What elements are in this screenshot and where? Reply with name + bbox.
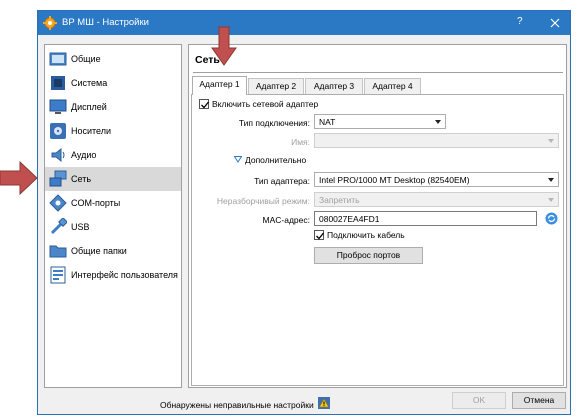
adapter-type-label: Тип адаптера: bbox=[254, 176, 310, 186]
adapter-type-value: Intel PRO/1000 MT Desktop (82540EM) bbox=[319, 175, 470, 185]
title-bar[interactable]: ВР МШ - Настройки ? bbox=[38, 11, 570, 35]
attachment-label: Тип подключения: bbox=[238, 118, 310, 128]
cancel-button[interactable]: Отмена bbox=[512, 392, 566, 409]
attachment-select[interactable]: NAT bbox=[314, 114, 446, 129]
attachment-value: NAT bbox=[319, 117, 336, 127]
serial-port-icon bbox=[49, 194, 67, 212]
settings-window: ВР МШ - Настройки ? Общие Система Диспле… bbox=[37, 10, 571, 415]
promiscuous-label: Неразборчивый режим: bbox=[216, 196, 310, 206]
sidebar-item-label: Общие папки bbox=[71, 246, 127, 256]
adapter-tab-panel: Включить сетевой адаптер Тип подключения… bbox=[191, 94, 564, 386]
tab-adapter-3[interactable]: Адаптер 3 bbox=[305, 78, 363, 94]
sidebar-item-display[interactable]: Дисплей bbox=[45, 95, 181, 119]
usb-icon bbox=[50, 218, 67, 235]
mac-address-input[interactable]: 080027EA4FD1 bbox=[314, 211, 537, 226]
refresh-mac-icon[interactable] bbox=[545, 212, 558, 225]
title-divider bbox=[193, 72, 563, 73]
sidebar-item-shared-folders[interactable]: Общие папки bbox=[45, 239, 181, 263]
status-message: Обнаружены неправильные настройки bbox=[160, 400, 314, 410]
cable-connected-label: Подключить кабель bbox=[327, 230, 405, 240]
chevron-down-icon bbox=[548, 139, 554, 143]
sidebar-item-com-ports[interactable]: COM-порты bbox=[45, 191, 181, 215]
motherboard-icon bbox=[51, 76, 65, 90]
port-forwarding-button[interactable]: Проброс портов bbox=[314, 247, 423, 264]
tab-adapter-4[interactable]: Адаптер 4 bbox=[364, 78, 421, 94]
warning-icon[interactable] bbox=[318, 397, 330, 409]
sidebar-item-label: Сеть bbox=[71, 174, 92, 184]
mac-address-value: 080027EA4FD1 bbox=[319, 214, 380, 224]
window-title: ВР МШ - Настройки bbox=[62, 17, 149, 28]
settings-content: Сеть Включить сетевой адаптер Тип подклю… bbox=[188, 44, 567, 388]
speaker-icon bbox=[51, 147, 65, 163]
annotation-arrow-right-icon bbox=[0, 160, 38, 196]
sidebar-item-label: Общие bbox=[71, 54, 101, 64]
ok-button[interactable]: OK bbox=[452, 392, 506, 409]
name-select[interactable] bbox=[314, 133, 559, 148]
monitor-icon bbox=[49, 99, 67, 114]
chevron-down-icon bbox=[435, 120, 441, 124]
enable-adapter-checkbox[interactable] bbox=[199, 99, 210, 109]
enable-adapter-label: Включить сетевой адаптер bbox=[212, 99, 319, 109]
network-icon bbox=[49, 170, 67, 187]
chevron-down-icon bbox=[548, 198, 554, 202]
settings-sidebar: Общие Система Дисплей Носители Аудио Сет… bbox=[44, 44, 182, 388]
cable-connected-checkbox[interactable] bbox=[314, 230, 325, 240]
tab-adapter-2[interactable]: Адаптер 2 bbox=[248, 78, 304, 94]
sidebar-item-storage[interactable]: Носители bbox=[45, 119, 181, 143]
advanced-toggle[interactable]: Дополнительно bbox=[245, 155, 306, 165]
sidebar-item-label: COM-порты bbox=[71, 198, 121, 208]
name-label: Имя: bbox=[291, 137, 310, 147]
sidebar-item-usb[interactable]: USB bbox=[45, 215, 181, 239]
general-settings-icon bbox=[49, 52, 67, 66]
chevron-down-icon bbox=[548, 178, 554, 182]
sidebar-item-user-interface[interactable]: Интерфейс пользователя bbox=[45, 263, 181, 287]
sidebar-item-audio[interactable]: Аудио bbox=[45, 143, 181, 167]
annotation-arrow-down-icon bbox=[211, 26, 237, 66]
promiscuous-value: Запретить bbox=[319, 195, 360, 205]
sidebar-item-network[interactable]: Сеть bbox=[45, 167, 181, 191]
sidebar-item-label: Носители bbox=[71, 126, 112, 136]
sidebar-item-label: USB bbox=[71, 222, 90, 232]
help-button[interactable]: ? bbox=[517, 16, 523, 27]
shared-folder-icon bbox=[49, 245, 67, 258]
adapter-type-select[interactable]: Intel PRO/1000 MT Desktop (82540EM) bbox=[314, 172, 559, 187]
expand-triangle-icon[interactable] bbox=[234, 156, 242, 163]
mac-label: MAC-адрес: bbox=[262, 215, 310, 225]
sidebar-item-general[interactable]: Общие bbox=[45, 47, 181, 71]
checkmark-icon bbox=[316, 232, 325, 240]
sidebar-item-label: Аудио bbox=[71, 150, 97, 160]
sidebar-item-label: Интерфейс пользователя bbox=[71, 270, 178, 280]
close-icon[interactable] bbox=[543, 13, 567, 33]
tab-adapter-1[interactable]: Адаптер 1 bbox=[192, 76, 247, 95]
sidebar-item-label: Система bbox=[71, 78, 108, 88]
storage-disk-icon bbox=[50, 123, 66, 139]
checkmark-icon bbox=[201, 101, 210, 109]
promiscuous-select[interactable]: Запретить bbox=[314, 192, 559, 207]
virtualbox-gear-icon bbox=[43, 16, 57, 30]
sidebar-item-system[interactable]: Система bbox=[45, 71, 181, 95]
user-interface-icon bbox=[50, 266, 66, 284]
sidebar-item-label: Дисплей bbox=[71, 102, 107, 112]
